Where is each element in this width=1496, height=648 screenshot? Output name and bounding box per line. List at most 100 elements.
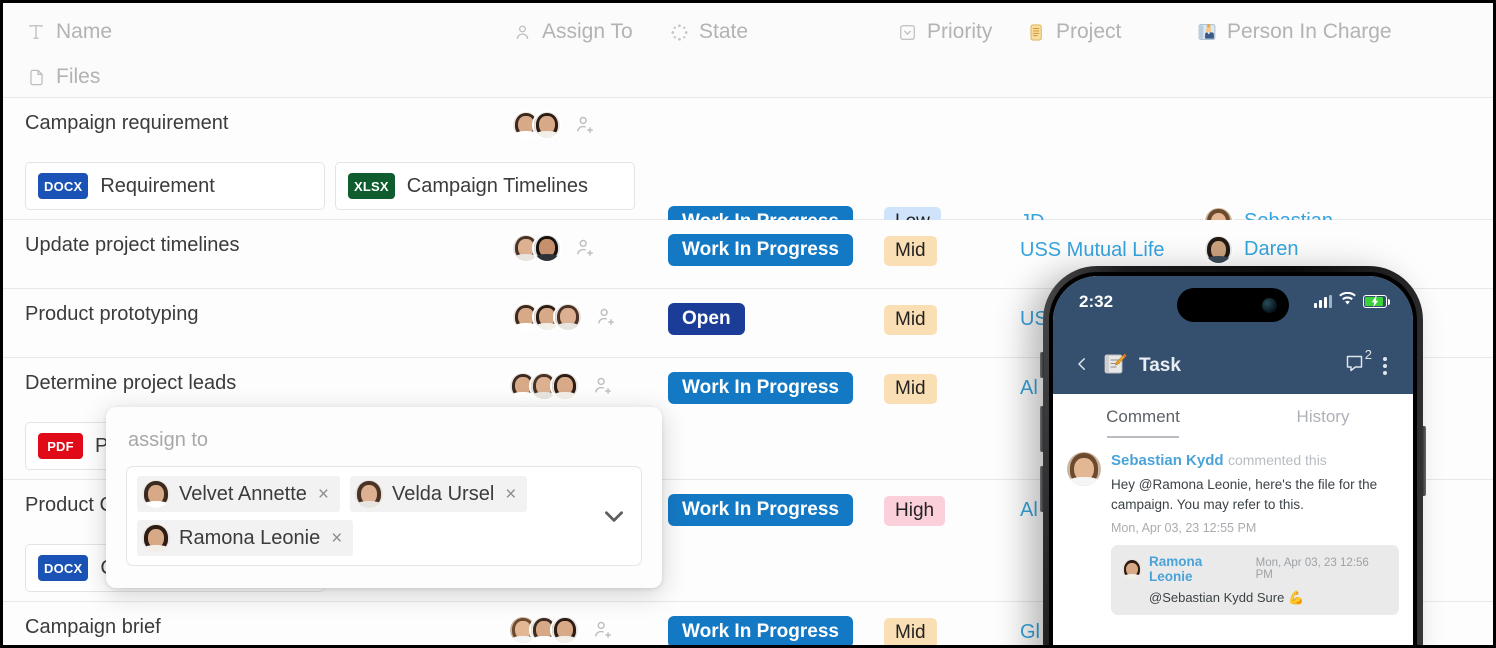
spinner-icon: [668, 21, 690, 43]
avatar: [142, 480, 170, 508]
remove-token-icon[interactable]: ×: [329, 529, 344, 548]
task-name[interactable]: Campaign brief: [25, 616, 161, 639]
assignee-avatars[interactable]: [511, 110, 596, 140]
reply-timestamp: Mon, Apr 03, 23 12:56 PM: [1255, 557, 1369, 582]
person-icon: [511, 21, 533, 43]
column-header-assign-to[interactable]: Assign To: [511, 20, 633, 44]
column-header-state[interactable]: State: [668, 20, 748, 44]
file-chip[interactable]: DOCX Requirement: [25, 162, 325, 210]
comment-body: Sebastian Kydd commented this Hey @Ramon…: [1111, 452, 1399, 535]
task-name[interactable]: Campaign requirement: [25, 112, 228, 135]
assignee-token-input[interactable]: Velvet Annette × Velda Ursel × Ramona Le…: [126, 466, 642, 566]
column-header-project[interactable]: Project: [1025, 20, 1121, 44]
power-button[interactable]: [1422, 426, 1426, 496]
column-header-priority[interactable]: Priority: [896, 20, 992, 44]
assignee-avatars[interactable]: [508, 371, 614, 401]
avatar[interactable]: [1203, 234, 1234, 265]
comment-list: Sebastian Kydd commented this Hey @Ramon…: [1053, 440, 1413, 616]
camera-icon: [1262, 297, 1277, 313]
task-memo-icon: [1103, 352, 1127, 381]
add-assignee-icon[interactable]: [592, 619, 614, 641]
file-type-tag: PDF: [38, 433, 83, 459]
avatar: [142, 524, 170, 552]
status-badge[interactable]: Work In Progress: [668, 494, 853, 526]
back-icon[interactable]: [1073, 355, 1091, 378]
project-link[interactable]: Al: [1020, 499, 1038, 522]
avatar[interactable]: [550, 615, 580, 645]
avatar[interactable]: [532, 233, 562, 263]
chevron-down-icon[interactable]: [601, 503, 627, 529]
phone-bezel: 2:32 Task 2 Comment History Sebastian Ky…: [1049, 272, 1417, 645]
comment-author[interactable]: Sebastian Kydd: [1111, 452, 1224, 469]
file-chip[interactable]: XLSX Campaign Timelines: [335, 162, 635, 210]
table-row[interactable]: Campaign requirement Work In Progress Lo…: [3, 98, 1493, 238]
status-badge[interactable]: Open: [668, 303, 745, 335]
assign-to-label: assign to: [128, 429, 209, 451]
phone-mockup: 2:32 Task 2 Comment History Sebastian Ky…: [1040, 266, 1426, 645]
remove-token-icon[interactable]: ×: [316, 485, 331, 504]
assignee-avatars[interactable]: [511, 233, 596, 263]
column-header-files-label: Files: [56, 65, 101, 88]
reply-author[interactable]: Ramona Leonie: [1149, 554, 1249, 584]
comment-header: Sebastian Kydd commented this: [1111, 452, 1399, 470]
column-header-priority-label: Priority: [927, 20, 993, 43]
task-name[interactable]: Determine project leads: [25, 372, 236, 395]
add-assignee-icon[interactable]: [574, 237, 596, 259]
silent-switch[interactable]: [1040, 352, 1044, 378]
status-bar-indicators: [1314, 291, 1390, 310]
add-assignee-icon[interactable]: [592, 375, 614, 397]
remove-token-icon[interactable]: ×: [503, 485, 518, 504]
assignee-avatars[interactable]: [511, 302, 617, 332]
avatar[interactable]: [550, 371, 580, 401]
project-link[interactable]: Gl: [1020, 621, 1040, 644]
add-assignee-icon[interactable]: [574, 114, 596, 136]
column-header-name[interactable]: Name: [25, 20, 112, 44]
person-in-charge-name[interactable]: Daren: [1244, 238, 1298, 261]
battery-charging-icon: [1363, 294, 1390, 308]
status-bar-time: 2:32: [1079, 292, 1114, 311]
assignee-token[interactable]: Ramona Leonie ×: [137, 520, 354, 556]
task-name[interactable]: Product C: [25, 494, 114, 517]
assignee-avatars[interactable]: [508, 615, 614, 645]
task-name[interactable]: Update project timelines: [25, 234, 240, 257]
assignee-token[interactable]: Velvet Annette ×: [137, 476, 340, 512]
phone-tabs: Comment History: [1053, 394, 1413, 440]
project-link[interactable]: Al: [1020, 377, 1038, 400]
status-badge[interactable]: Work In Progress: [668, 234, 853, 266]
status-bar: 2:32: [1053, 276, 1413, 338]
tab-history[interactable]: History: [1233, 394, 1413, 440]
volume-down-button[interactable]: [1040, 466, 1044, 512]
status-badge[interactable]: Work In Progress: [668, 616, 853, 645]
avatar[interactable]: [1067, 452, 1101, 486]
priority-badge[interactable]: Mid: [884, 618, 937, 645]
priority-badge[interactable]: Mid: [884, 236, 937, 266]
more-options-icon[interactable]: [1377, 357, 1393, 375]
table-header: Name Assign To State Priority Project Pe…: [3, 3, 1493, 98]
person-badge-icon: [1196, 21, 1218, 43]
person-in-charge[interactable]: Daren: [1203, 234, 1298, 265]
file-icon: [25, 66, 47, 88]
column-header-state-label: State: [699, 20, 749, 43]
assign-to-popup[interactable]: assign to Velvet Annette × Velda Ursel ×…: [106, 407, 662, 588]
priority-badge[interactable]: Mid: [884, 374, 937, 404]
avatar[interactable]: [532, 110, 562, 140]
status-badge[interactable]: Work In Progress: [668, 372, 853, 404]
avatar[interactable]: [1122, 559, 1142, 580]
scroll-icon: [1025, 21, 1047, 43]
avatar[interactable]: [553, 302, 583, 332]
column-header-person-in-charge[interactable]: Person In Charge: [1196, 20, 1392, 44]
assignee-token[interactable]: Velda Ursel ×: [350, 476, 528, 512]
comment-icon[interactable]: 2: [1344, 347, 1372, 379]
priority-badge[interactable]: Mid: [884, 305, 937, 335]
tab-comment[interactable]: Comment: [1053, 394, 1233, 440]
priority-badge[interactable]: High: [884, 496, 946, 526]
assignee-token-name: Ramona Leonie: [179, 526, 321, 549]
add-assignee-icon[interactable]: [595, 306, 617, 328]
checkbox-icon: [896, 21, 918, 43]
app-bar-title: Task: [1139, 355, 1181, 376]
volume-up-button[interactable]: [1040, 406, 1044, 452]
comment-text: Hey @Ramona Leonie, here's the file for …: [1111, 477, 1378, 512]
task-name[interactable]: Product prototyping: [25, 303, 198, 326]
column-header-files[interactable]: Files: [25, 65, 100, 89]
project-link[interactable]: USS Mutual Life: [1020, 239, 1165, 262]
